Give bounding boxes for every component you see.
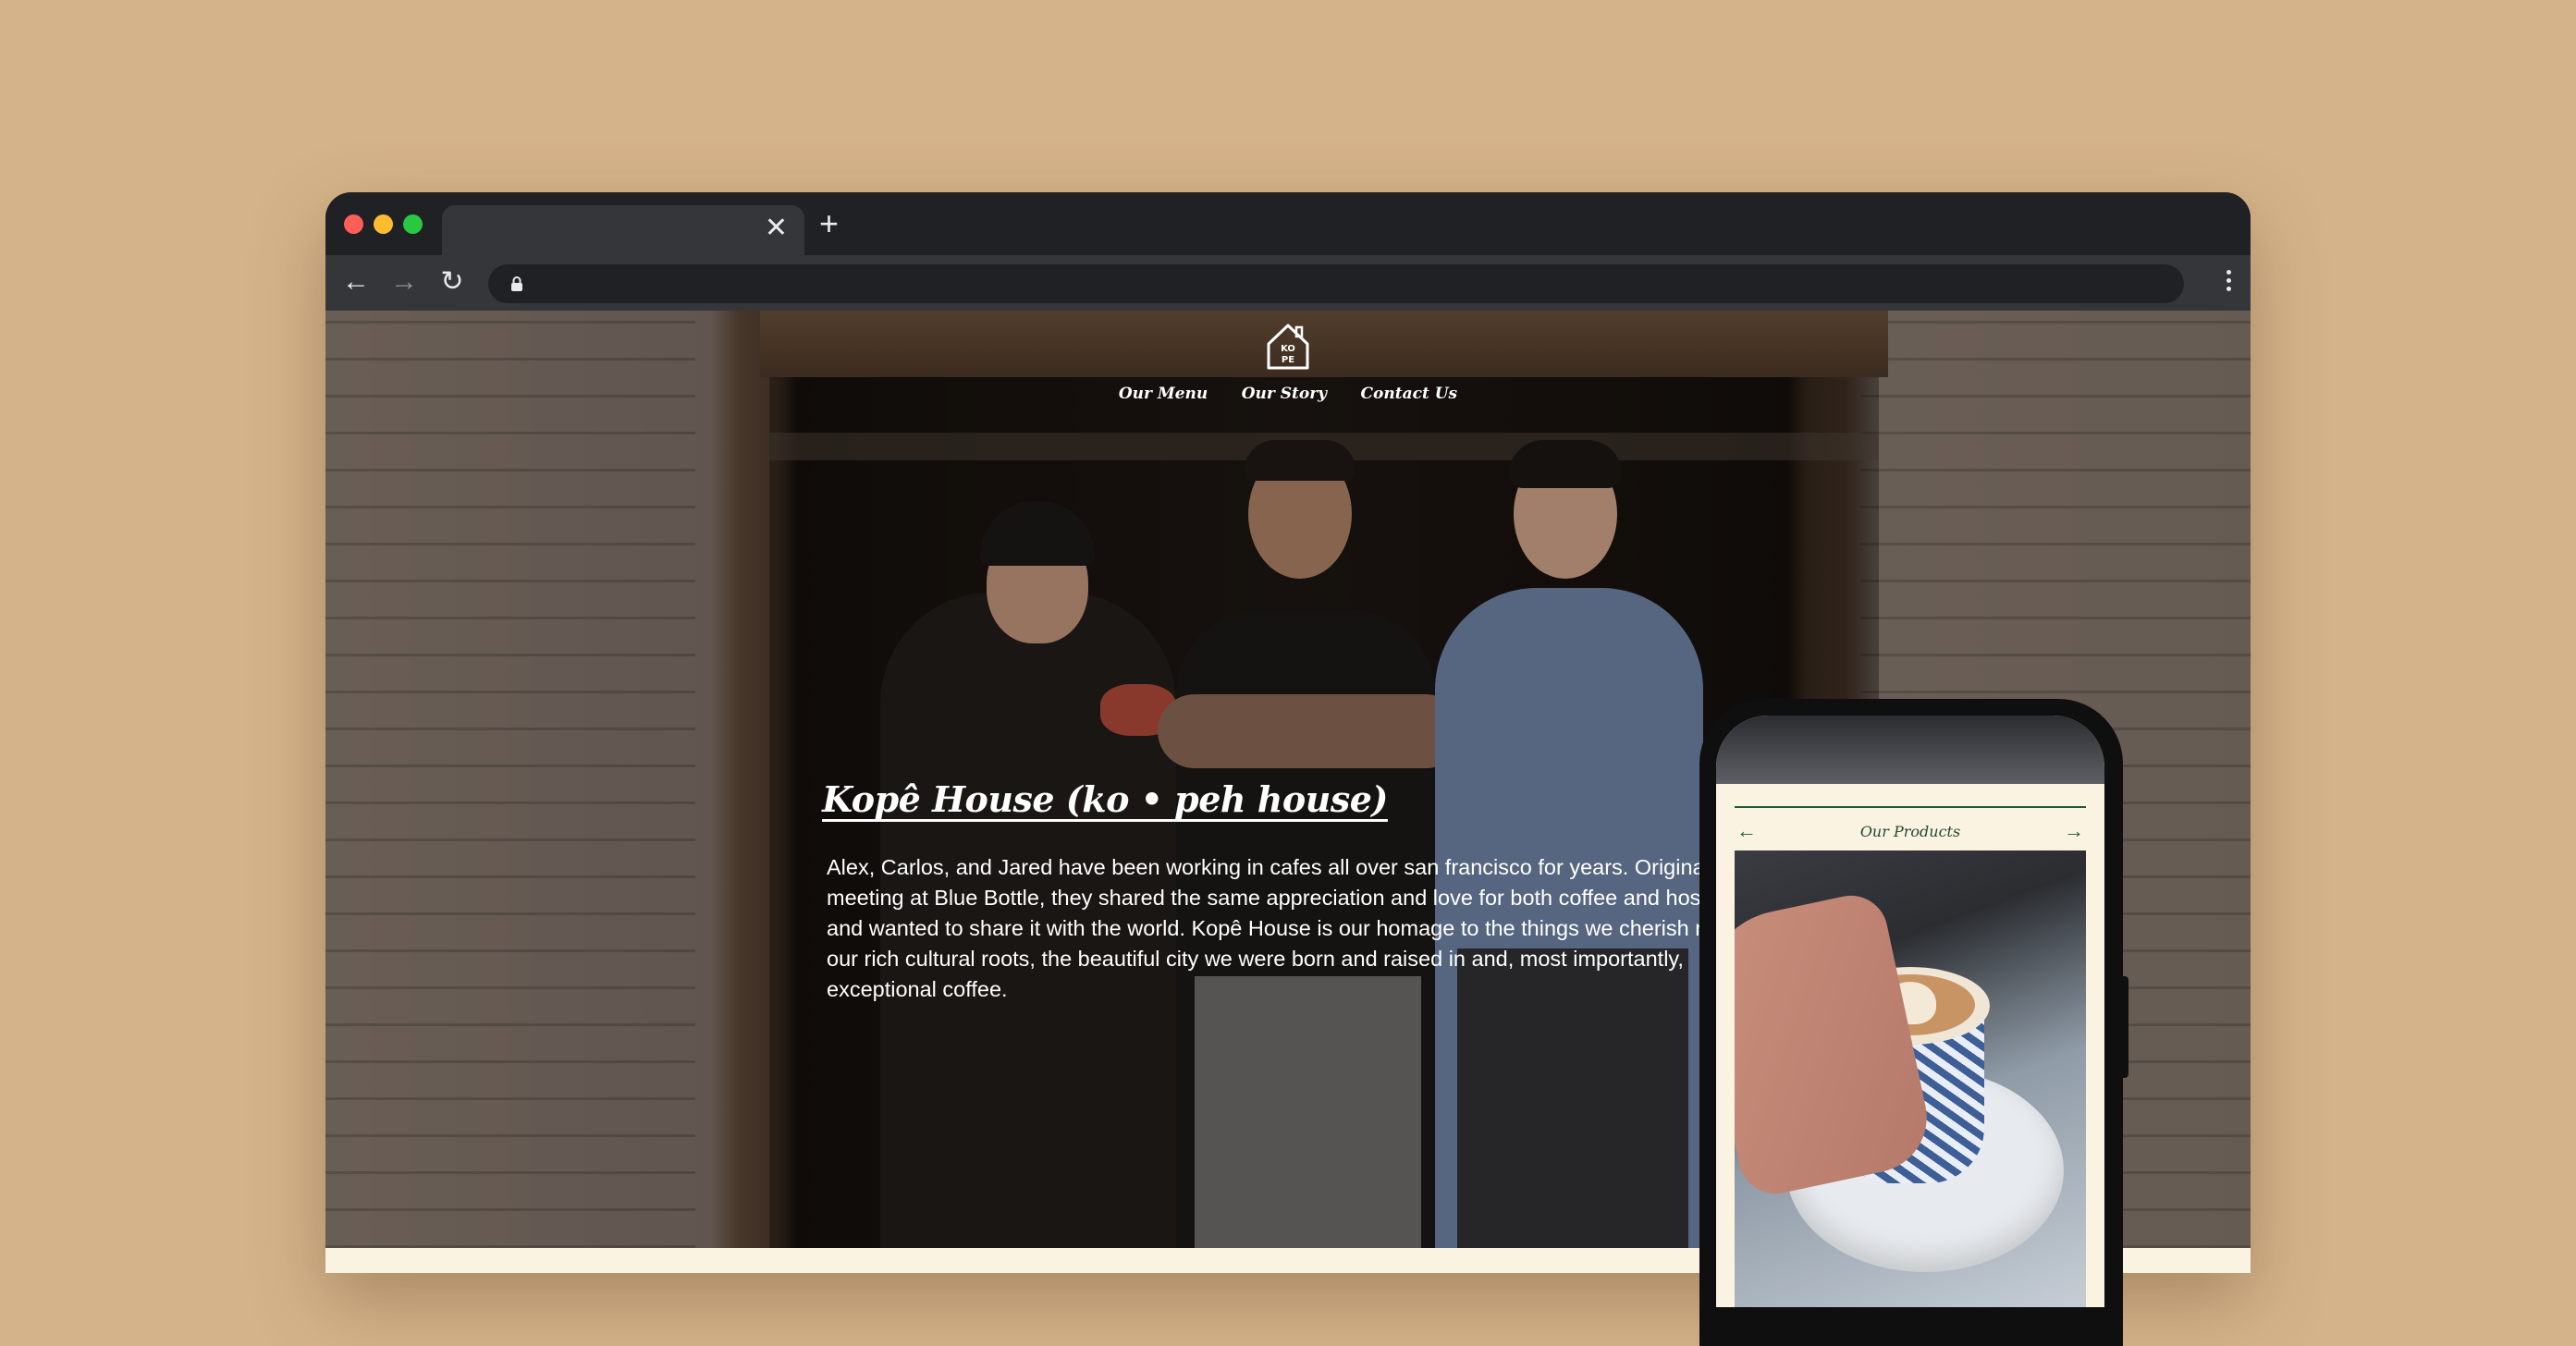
product-photo-latte[interactable] bbox=[1735, 850, 2086, 1307]
svg-text:KO: KO bbox=[1281, 344, 1295, 354]
lock-icon bbox=[511, 276, 522, 291]
hero-paragraph-line: our rich cultural roots, the beautiful c… bbox=[827, 947, 1684, 971]
browser-tab[interactable]: ✕ bbox=[442, 205, 804, 255]
tab-bar: ✕ + bbox=[325, 192, 2251, 255]
nav-our-menu[interactable]: Our Menu bbox=[1119, 385, 1208, 403]
browser-menu-icon[interactable] bbox=[2219, 266, 2238, 300]
hand bbox=[1735, 888, 1937, 1201]
phone-side-button bbox=[2121, 976, 2128, 1078]
back-button[interactable]: ← bbox=[340, 266, 372, 298]
browser-toolbar: ← → ↻ bbox=[325, 255, 2251, 311]
address-bar[interactable] bbox=[488, 264, 2184, 303]
site-nav: Our Menu Our Story Contact Us bbox=[325, 385, 2251, 403]
hero-paragraph-line: meeting at Blue Bottle, they shared the … bbox=[827, 886, 1718, 910]
products-next-arrow-icon[interactable]: → bbox=[2064, 819, 2084, 843]
minimize-window-button[interactable] bbox=[374, 214, 393, 234]
phone-screen: ← Our Products → bbox=[1716, 716, 2104, 1307]
phone-status-area bbox=[1716, 716, 2104, 784]
forward-button[interactable]: → bbox=[388, 266, 420, 298]
close-window-button[interactable] bbox=[344, 214, 363, 234]
hero-title: Kopê House (ko • peh house) bbox=[822, 778, 1388, 820]
hero-paragraph-line: Alex, Carlos, and Jared have been workin… bbox=[827, 855, 1725, 879]
reload-button[interactable]: ↻ bbox=[436, 266, 468, 298]
tab-close-icon[interactable]: ✕ bbox=[765, 214, 788, 242]
products-header: ← Our Products → bbox=[1735, 815, 2086, 852]
products-title: Our Products bbox=[1859, 823, 1961, 840]
hero-paragraph-line: exceptional coffee. bbox=[827, 977, 1008, 1001]
new-tab-button[interactable]: + bbox=[819, 207, 839, 240]
svg-text:PE: PE bbox=[1282, 355, 1294, 365]
hero-paragraph-line: and wanted to share it with the world. K… bbox=[827, 916, 1725, 940]
phone-divider bbox=[1735, 806, 2086, 808]
nav-our-story[interactable]: Our Story bbox=[1242, 385, 1327, 403]
nav-contact-us[interactable]: Contact Us bbox=[1361, 385, 1458, 403]
kope-house-logo[interactable]: KO PE bbox=[1263, 320, 1313, 372]
hero-paragraph: Alex, Carlos, and Jared have been workin… bbox=[827, 852, 1742, 1005]
maximize-window-button[interactable] bbox=[403, 214, 423, 234]
